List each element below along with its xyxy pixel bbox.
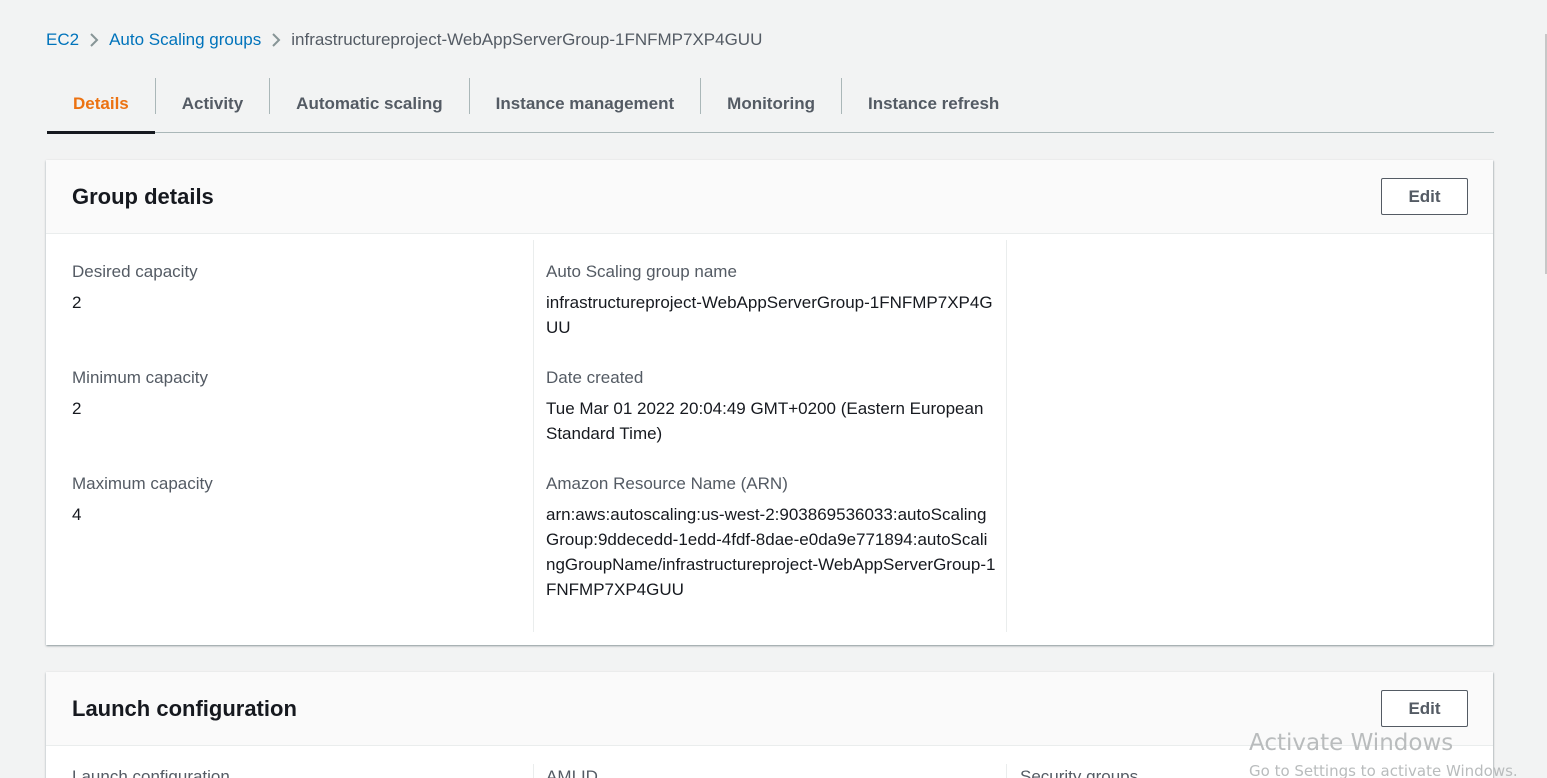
tab-activity[interactable]: Activity xyxy=(156,76,269,132)
watermark-line1: Activate Windows xyxy=(1249,730,1454,756)
breadcrumb-auto-scaling-groups-link[interactable]: Auto Scaling groups xyxy=(109,30,261,50)
activate-windows-watermark: Activate Windows Go to Settings to activ… xyxy=(1249,728,1518,778)
launch-configuration-edit-button[interactable]: Edit xyxy=(1381,690,1468,727)
group-details-body: Desired capacity 2 Minimum capacity 2 Ma… xyxy=(46,234,1493,632)
group-details-col-capacity: Desired capacity 2 Minimum capacity 2 Ma… xyxy=(46,240,533,632)
chevron-right-icon xyxy=(79,32,109,48)
arn-label: Amazon Resource Name (ARN) xyxy=(546,474,788,493)
tab-automatic-scaling[interactable]: Automatic scaling xyxy=(270,76,468,132)
arn-value: arn:aws:autoscaling:us-west-2:9038695360… xyxy=(546,505,996,599)
ami-id-col: AMI ID xyxy=(533,764,1006,778)
group-name-label: Auto Scaling group name xyxy=(546,262,737,281)
breadcrumb-current: infrastructureproject-WebAppServerGroup-… xyxy=(291,30,763,49)
group-details-edit-button[interactable]: Edit xyxy=(1381,178,1468,215)
group-details-header: Group details Edit xyxy=(46,160,1493,234)
desired-capacity-value: 2 xyxy=(72,293,82,312)
group-details-col-empty xyxy=(1006,240,1493,632)
desired-capacity-label: Desired capacity xyxy=(72,262,198,281)
date-created-value: Tue Mar 01 2022 20:04:49 GMT+0200 (Easte… xyxy=(546,399,984,443)
tab-monitoring[interactable]: Monitoring xyxy=(701,76,841,132)
tab-bar: Details Activity Automatic scaling Insta… xyxy=(47,76,1494,134)
group-details-col-info: Auto Scaling group name infrastructurepr… xyxy=(533,240,1006,632)
date-created-field: Date created Tue Mar 01 2022 20:04:49 GM… xyxy=(546,365,996,471)
group-details-title: Group details xyxy=(72,183,214,209)
maximum-capacity-field: Maximum capacity 4 xyxy=(72,471,533,527)
breadcrumb: EC2 Auto Scaling groups infrastructurepr… xyxy=(46,29,762,51)
arn-field: Amazon Resource Name (ARN) arn:aws:autos… xyxy=(546,471,996,602)
launch-configuration-label: Launch configuration xyxy=(72,767,230,778)
maximum-capacity-label: Maximum capacity xyxy=(72,474,213,493)
launch-configuration-title: Launch configuration xyxy=(72,695,297,721)
tab-instance-management[interactable]: Instance management xyxy=(470,76,701,132)
chevron-right-icon xyxy=(261,32,291,48)
tab-details[interactable]: Details xyxy=(47,76,155,134)
date-created-label: Date created xyxy=(546,368,644,387)
group-name-field: Auto Scaling group name infrastructurepr… xyxy=(546,259,996,365)
page: EC2 Auto Scaling groups infrastructurepr… xyxy=(0,0,1547,778)
launch-configuration-col: Launch configuration xyxy=(46,764,533,778)
minimum-capacity-value: 2 xyxy=(72,399,82,418)
watermark-line2: Go to Settings to activate Windows. xyxy=(1249,762,1518,778)
group-details-card: Group details Edit Desired capacity 2 Mi… xyxy=(46,160,1493,645)
minimum-capacity-field: Minimum capacity 2 xyxy=(72,365,533,471)
maximum-capacity-value: 4 xyxy=(72,505,82,524)
ami-id-label: AMI ID xyxy=(546,767,598,778)
tab-instance-refresh[interactable]: Instance refresh xyxy=(842,76,1025,132)
breadcrumb-ec2-link[interactable]: EC2 xyxy=(46,30,79,50)
group-name-value: infrastructureproject-WebAppServerGroup-… xyxy=(546,293,993,337)
minimum-capacity-label: Minimum capacity xyxy=(72,368,209,387)
desired-capacity-field: Desired capacity 2 xyxy=(72,259,533,365)
